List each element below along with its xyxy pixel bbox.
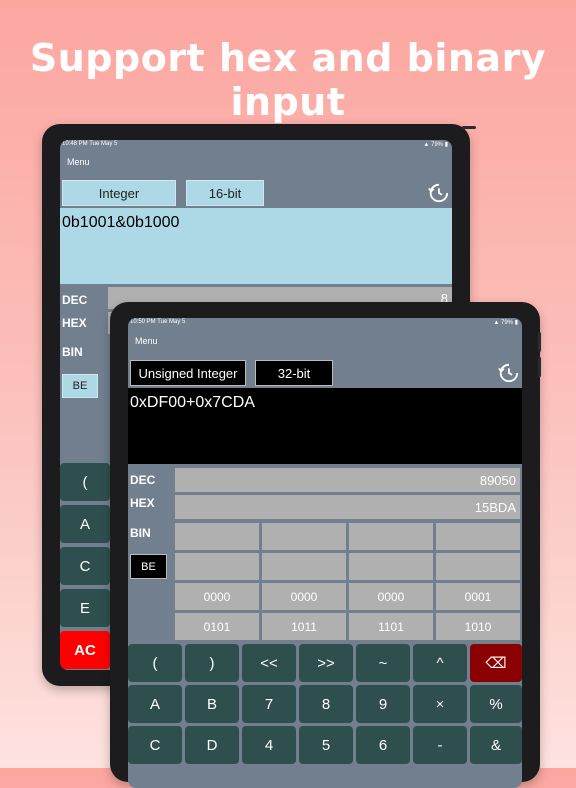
bit-cell[interactable]	[262, 523, 346, 550]
bit-cell[interactable]: 0001	[436, 583, 520, 610]
backspace-icon[interactable]: ⌫	[470, 644, 522, 682]
key-9[interactable]: 9	[356, 685, 410, 723]
key-shift-right[interactable]: >>	[299, 644, 353, 682]
key-and[interactable]: &	[470, 726, 522, 764]
key-8[interactable]: 8	[299, 685, 353, 723]
bit-cell[interactable]	[349, 553, 433, 580]
bit-cell[interactable]	[175, 553, 259, 580]
bit-cell[interactable]: 0000	[175, 583, 259, 610]
history-icon[interactable]	[497, 362, 519, 384]
bin-label: BIN	[62, 345, 83, 359]
endian-button[interactable]: BE	[62, 374, 98, 398]
bit-cell[interactable]: 0101	[175, 613, 259, 640]
key-6[interactable]: 6	[356, 726, 410, 764]
key-not[interactable]: ~	[356, 644, 410, 682]
key-all-clear[interactable]: AC	[60, 631, 110, 669]
bit-cell[interactable]: 1101	[349, 613, 433, 640]
front-tablet: 10:50 PM Tue May 5 ▲ 79% ▮ Menu Unsigned…	[110, 302, 541, 788]
bit-cell[interactable]	[262, 553, 346, 580]
key-5[interactable]: 5	[299, 726, 353, 764]
key-xor[interactable]: ^	[413, 644, 467, 682]
status-time: 10:50 PM Tue May 5	[130, 319, 186, 325]
key-paren-close[interactable]: )	[185, 644, 239, 682]
key-a[interactable]: A	[128, 685, 182, 723]
bits-selector[interactable]: 32-bit	[255, 360, 333, 386]
dec-value: 89050	[175, 468, 520, 492]
key-7[interactable]: 7	[242, 685, 296, 723]
hex-label: HEX	[130, 496, 155, 510]
key-b[interactable]: B	[185, 685, 239, 723]
bin-label: BIN	[130, 526, 151, 540]
key-4[interactable]: 4	[242, 726, 296, 764]
hex-value: 15BDA	[175, 495, 520, 519]
expression-display[interactable]: 0xDF00+0x7CDA	[128, 388, 522, 464]
key-c[interactable]: C	[60, 547, 110, 585]
bit-cell[interactable]: 1011	[262, 613, 346, 640]
key-paren-open[interactable]: (	[60, 463, 110, 501]
key-paren-open[interactable]: (	[128, 644, 182, 682]
status-time: 10:48 PM Tue May 5	[62, 141, 118, 147]
menu-button[interactable]: Menu	[67, 157, 90, 167]
expression-display[interactable]: 0b1001&0b1000	[60, 208, 452, 284]
bit-cell[interactable]	[349, 523, 433, 550]
key-a[interactable]: A	[60, 505, 110, 543]
type-selector[interactable]: Unsigned Integer	[130, 360, 246, 386]
key-d[interactable]: D	[185, 726, 239, 764]
key-minus[interactable]: -	[413, 726, 467, 764]
dec-label: DEC	[62, 293, 88, 307]
key-c[interactable]: C	[128, 726, 182, 764]
bits-selector[interactable]: 16-bit	[186, 180, 264, 206]
bit-cell[interactable]: 1010	[436, 613, 520, 640]
bit-cell[interactable]	[436, 523, 520, 550]
headline: Support hex and binary input	[29, 36, 547, 124]
key-shift-left[interactable]: <<	[242, 644, 296, 682]
key-multiply[interactable]: ×	[413, 685, 467, 723]
bit-cell[interactable]: 0000	[262, 583, 346, 610]
endian-button[interactable]: BE	[130, 554, 167, 579]
menu-button[interactable]: Menu	[135, 336, 158, 346]
expression-text: 0b1001&0b1000	[62, 214, 180, 231]
expression-text: 0xDF00+0x7CDA	[130, 394, 255, 411]
battery-indicator: ▲ 79% ▮	[493, 320, 518, 326]
history-icon[interactable]	[427, 182, 449, 204]
key-e[interactable]: E	[60, 589, 110, 627]
battery-indicator: ▲ 79% ▮	[423, 142, 448, 148]
type-selector[interactable]: Integer	[62, 180, 176, 206]
bit-cell[interactable]	[175, 523, 259, 550]
hex-label: HEX	[62, 316, 87, 330]
bit-cell[interactable]	[436, 553, 520, 580]
key-mod[interactable]: %	[470, 685, 522, 723]
front-screen: 10:50 PM Tue May 5 ▲ 79% ▮ Menu Unsigned…	[128, 318, 522, 788]
bit-cell[interactable]: 0000	[349, 583, 433, 610]
dec-label: DEC	[130, 473, 156, 487]
